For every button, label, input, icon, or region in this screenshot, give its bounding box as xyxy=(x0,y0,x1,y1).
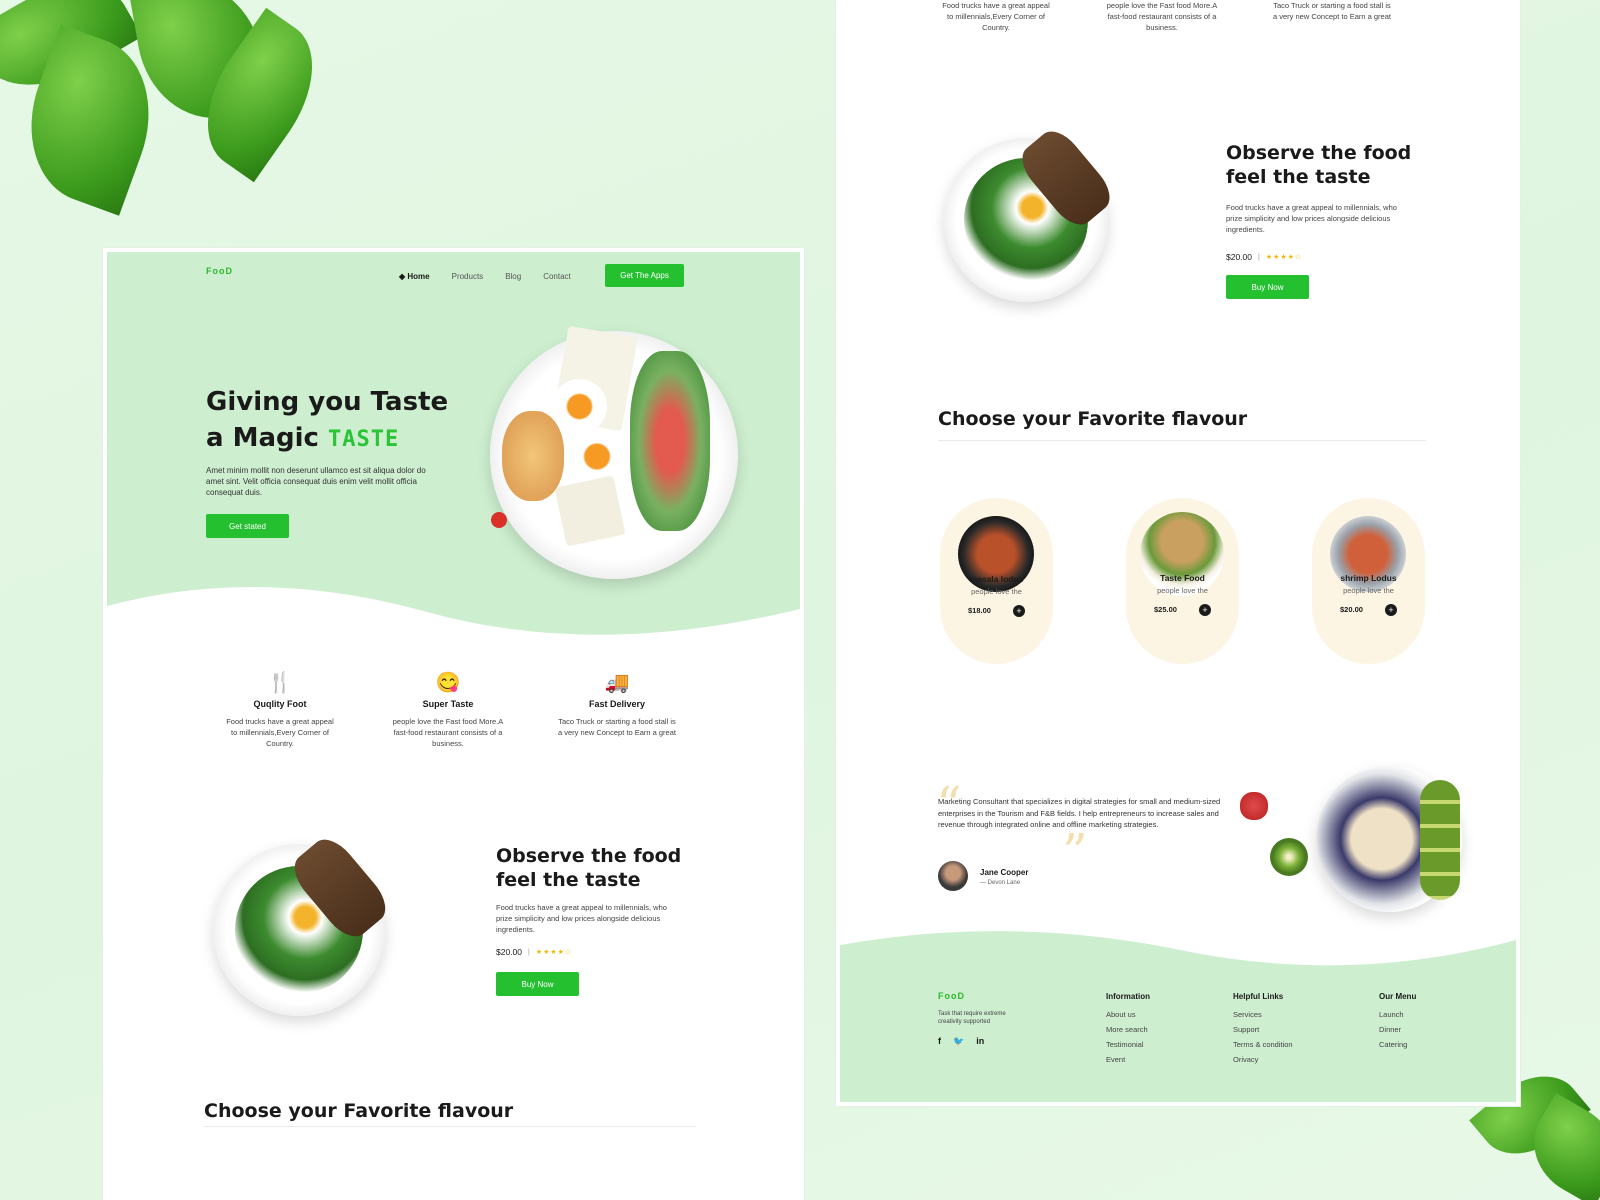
footer-link[interactable]: Support xyxy=(1233,1022,1293,1037)
product-price: $25.00 xyxy=(1154,605,1177,614)
twitter-icon[interactable]: 🐦 xyxy=(953,1036,964,1047)
facebook-icon[interactable]: f xyxy=(938,1036,941,1047)
feature-item: 😋 Super Taste people love the Fast food … xyxy=(392,672,504,748)
footer-link[interactable]: Services xyxy=(1233,1007,1293,1022)
observe-description: Food trucks have a great appeal to mille… xyxy=(1226,203,1397,234)
hero-food-plate-image xyxy=(490,325,738,579)
taste-food-dish-image xyxy=(1140,512,1224,596)
buy-now-button[interactable]: Buy Now xyxy=(1226,275,1309,299)
logo[interactable]: FooD xyxy=(206,266,233,276)
product-card[interactable]: shrimp Lodus people love the $20.00 + xyxy=(1312,498,1425,664)
product-card[interactable]: Taste Food people love the $25.00 + xyxy=(1126,498,1239,664)
product-card[interactable]: masala lodus people love the $18.00 + xyxy=(940,498,1053,664)
observe-price-row: $20.00 | ★★★★☆ xyxy=(1226,252,1303,262)
landing-page-preview-continued: Food trucks have a great appeal to mille… xyxy=(836,0,1520,1106)
footer-column-our-menu: Our Menu Launch Dinner Catering xyxy=(1379,992,1416,1052)
feature-description: Taco Truck or starting a food stall is a… xyxy=(1273,1,1391,21)
price: $20.00 xyxy=(1226,252,1252,262)
footer-tagline: Task that require extreme creativity sup… xyxy=(938,1011,1006,1025)
feature-item: 🚚 Fast Delivery Taco Truck or starting a… xyxy=(558,672,676,737)
product-price: $20.00 xyxy=(1340,605,1363,614)
tomato-decoration xyxy=(491,512,507,528)
rating-stars: ★★★★☆ xyxy=(535,949,573,956)
footer-logo[interactable]: FooD xyxy=(938,991,965,1001)
feature-description: Food trucks have a great appeal to mille… xyxy=(942,1,1050,32)
footer-column-helpful-links: Helpful Links Services Support Terms & c… xyxy=(1233,992,1293,1067)
kiwi-slices-decoration xyxy=(1420,780,1460,900)
hero-accent: TASTE xyxy=(328,427,400,452)
smiley-icon: 😋 xyxy=(435,672,461,694)
choose-flavour-title: Choose your Favorite flavour xyxy=(938,408,1248,430)
cutlery-icon: 🍴 xyxy=(267,672,293,694)
footer-link[interactable]: About us xyxy=(1106,1007,1150,1022)
testimonial-name: Jane Cooper xyxy=(980,868,1029,877)
truck-icon: 🚚 xyxy=(604,672,630,694)
footer-column-information: Information About us More search Testimo… xyxy=(1106,992,1150,1067)
footer-link[interactable]: More search xyxy=(1106,1022,1150,1037)
footer-link[interactable]: Event xyxy=(1106,1052,1150,1067)
buy-now-button[interactable]: Buy Now xyxy=(496,972,579,996)
footer-link[interactable]: Catering xyxy=(1379,1037,1416,1052)
main-nav: ◆ Home Products Blog Contact xyxy=(399,272,571,281)
footer-link[interactable]: Terms & condition xyxy=(1233,1037,1293,1052)
strawberry-decoration xyxy=(1240,792,1268,820)
social-links: f 🐦 in xyxy=(938,1036,984,1047)
kiwi-decoration xyxy=(1270,838,1308,876)
product-price: $18.00 xyxy=(968,606,991,615)
feature-description: people love the Fast food More.A fast-fo… xyxy=(1106,1,1218,32)
price: $20.00 xyxy=(496,947,522,957)
get-started-button[interactable]: Get stated xyxy=(206,514,289,538)
nav-blog[interactable]: Blog xyxy=(505,272,521,281)
observe-price-row: $20.00 | ★★★★☆ xyxy=(496,947,573,957)
hero-title: Giving you Taste a Magic TASTE xyxy=(206,387,449,453)
observe-food-plate-image xyxy=(213,831,395,1016)
nav-products[interactable]: Products xyxy=(452,272,484,281)
observe-title: Observe the food feel the taste xyxy=(496,845,682,891)
feature-item: 🍴 Quqlity Foot Food trucks have a great … xyxy=(226,672,334,748)
nav-contact[interactable]: Contact xyxy=(543,272,571,281)
footer-link[interactable]: Orivacy xyxy=(1233,1052,1293,1067)
landing-page-preview: FooD ◆ Home Products Blog Contact Get Th… xyxy=(103,248,804,1200)
observe-description: Food trucks have a great appeal to mille… xyxy=(496,903,667,934)
hero-description: Amet minim mollit non deserunt ullamco e… xyxy=(206,466,426,497)
rating-stars: ★★★★☆ xyxy=(1265,254,1303,261)
nav-home[interactable]: ◆ Home xyxy=(399,272,430,281)
linkedin-icon[interactable]: in xyxy=(976,1036,984,1047)
footer-link[interactable]: Launch xyxy=(1379,1007,1416,1022)
get-apps-button[interactable]: Get The Apps xyxy=(605,264,684,287)
footer-link[interactable]: Testimonial xyxy=(1106,1037,1150,1052)
observe-title: Observe the food feel the taste xyxy=(1226,142,1412,188)
add-to-cart-icon[interactable]: + xyxy=(1199,604,1211,616)
footer-link[interactable]: Dinner xyxy=(1379,1022,1416,1037)
add-to-cart-icon[interactable]: + xyxy=(1013,605,1025,617)
observe-food-plate-image xyxy=(944,123,1119,302)
close-quote-icon: ” xyxy=(1062,823,1088,881)
add-to-cart-icon[interactable]: + xyxy=(1385,604,1397,616)
divider xyxy=(204,1126,696,1127)
avatar xyxy=(938,861,968,891)
testimonial-role: — Devon Lane xyxy=(980,880,1021,886)
choose-flavour-title: Choose your Favorite flavour xyxy=(204,1100,514,1122)
divider xyxy=(938,440,1426,441)
